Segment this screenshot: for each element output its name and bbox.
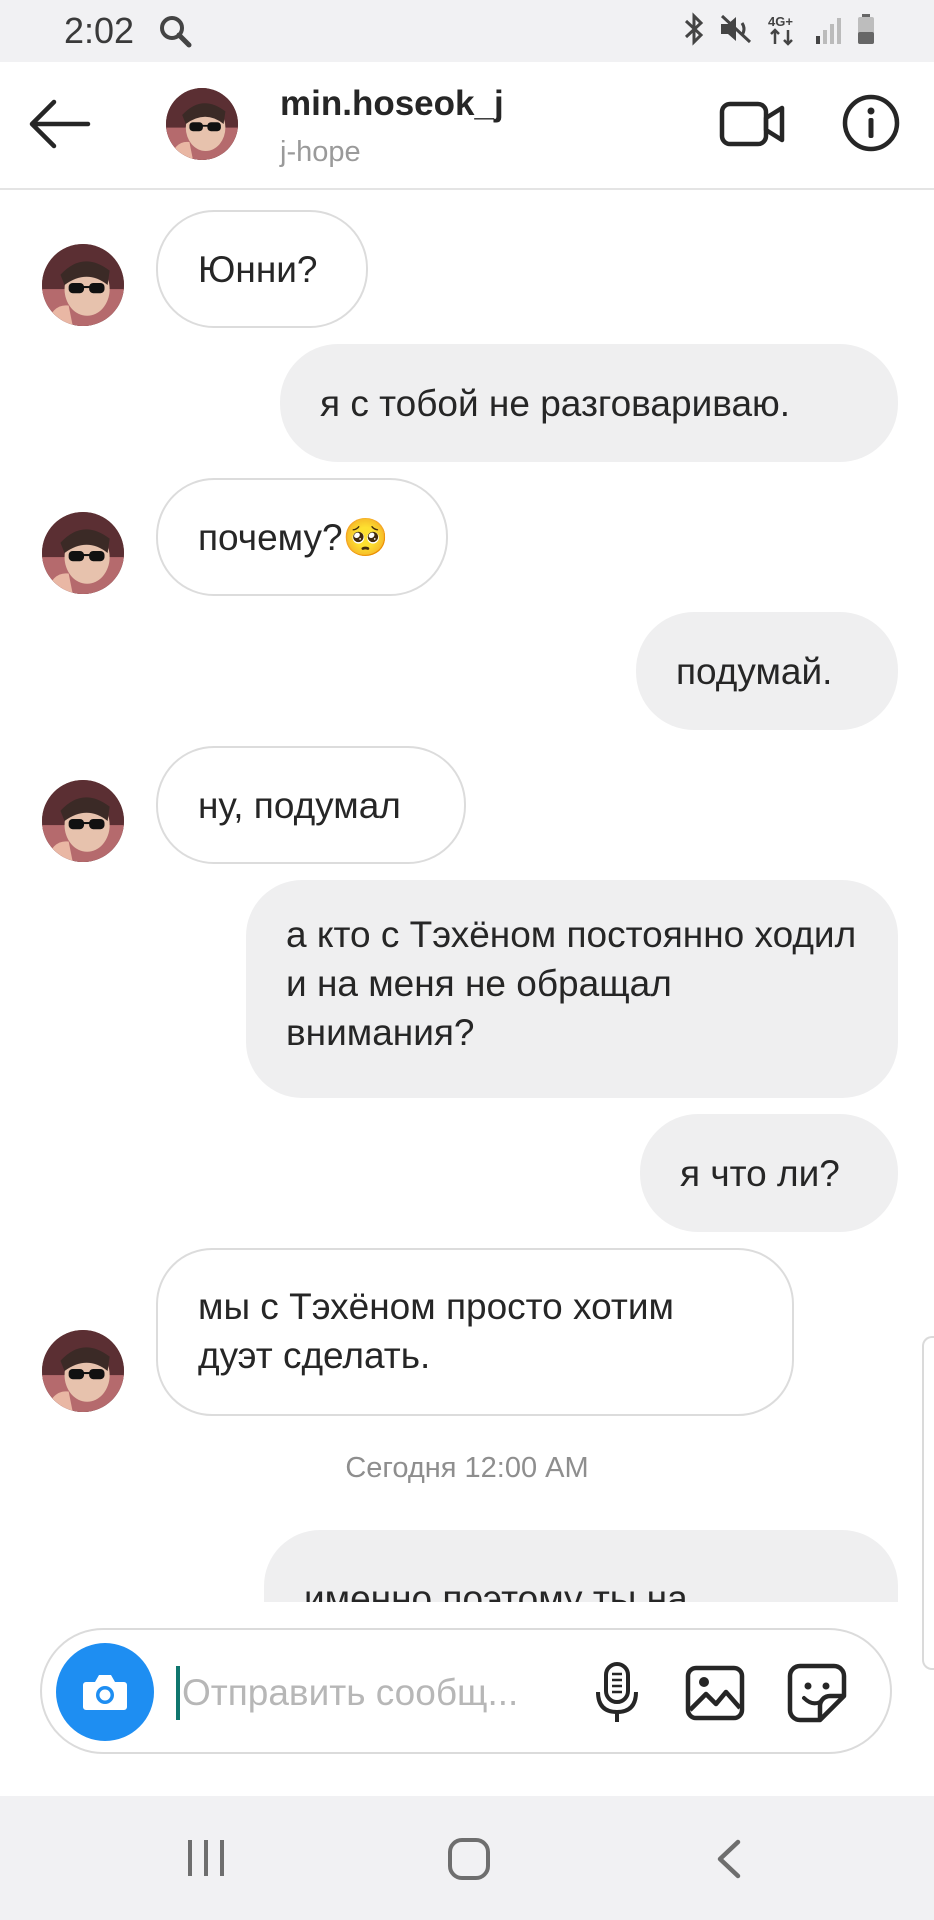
video-call-icon [719,101,785,147]
sticker-icon [787,1663,847,1723]
header-username[interactable]: min.hoseok_j [280,84,504,124]
message-text: а кто с Тэхёном постоянно ходил и на мен… [286,914,857,1053]
avatar[interactable] [42,512,124,594]
camera-button[interactable] [56,1643,154,1741]
avatar[interactable] [166,88,238,160]
status-bar: 2:02 4G+ [0,0,934,62]
network-label: 4G+ [768,14,793,29]
back-button[interactable] [28,98,92,150]
sticker-button[interactable] [784,1660,850,1726]
mute-icon [718,12,754,51]
bluetooth-icon [682,12,706,51]
status-time: 2:02 [64,10,135,51]
info-icon [842,94,900,152]
message-bubble-outgoing[interactable]: я с тобой не разговариваю. [280,344,898,462]
back-arrow-icon [29,99,91,149]
chat-header: min.hoseok_j j-hope [0,62,934,190]
system-back-button[interactable] [712,1838,746,1880]
home-icon [448,1838,490,1880]
message-bubble-outgoing[interactable]: именно поэтому ты на [264,1530,898,1602]
message-bubble-incoming[interactable]: почему?🥺 [156,478,448,596]
date-separator: Сегодня 12:00 AM [345,1452,589,1484]
network-4g-icon: 4G+ [766,12,802,51]
message-text: Юнни? [198,248,318,290]
message-bubble-outgoing[interactable]: я что ли? [640,1114,898,1232]
recent-apps-button[interactable] [184,1838,228,1878]
avatar[interactable] [42,244,124,326]
back-icon [717,1839,741,1879]
voice-message-button[interactable] [584,1660,650,1726]
battery-icon [856,12,876,51]
gallery-button[interactable] [682,1660,748,1726]
message-bubble-outgoing[interactable]: подумай. [636,612,898,730]
message-text: почему?🥺 [198,516,389,558]
info-button[interactable] [842,94,900,152]
message-text: мы с Тэхёном просто хотим дуэт сделать. [198,1286,674,1376]
system-nav-bar [0,1796,934,1920]
message-text: ну, подумал [198,784,401,826]
message-thread[interactable]: Юнни? я с тобой не разговариваю. почему?… [0,190,934,1602]
message-input[interactable] [182,1666,592,1720]
message-bubble-outgoing[interactable]: а кто с Тэхёном постоянно ходил и на мен… [246,880,898,1098]
scroll-handle[interactable] [922,1336,934,1670]
message-composer [40,1628,892,1754]
gallery-icon [685,1665,745,1721]
message-bubble-incoming[interactable]: Юнни? [156,210,368,328]
video-call-button[interactable] [718,94,786,154]
camera-icon [83,1675,127,1710]
recent-apps-icon [188,1840,224,1876]
message-text: я с тобой не разговариваю. [320,382,791,424]
avatar[interactable] [42,780,124,862]
home-button[interactable] [446,1836,492,1882]
signal-icon [814,12,844,51]
message-bubble-incoming[interactable]: ну, подумал [156,746,466,864]
header-subtitle: j-hope [280,136,361,168]
message-text: подумай. [676,650,833,692]
avatar[interactable] [42,1330,124,1412]
microphone-icon [596,1662,638,1722]
message-text: я что ли? [680,1152,840,1194]
text-caret [176,1666,180,1720]
search-icon [158,14,192,53]
message-bubble-incoming[interactable]: мы с Тэхёном просто хотим дуэт сделать. [156,1248,794,1416]
message-text: именно поэтому ты на [304,1578,688,1602]
